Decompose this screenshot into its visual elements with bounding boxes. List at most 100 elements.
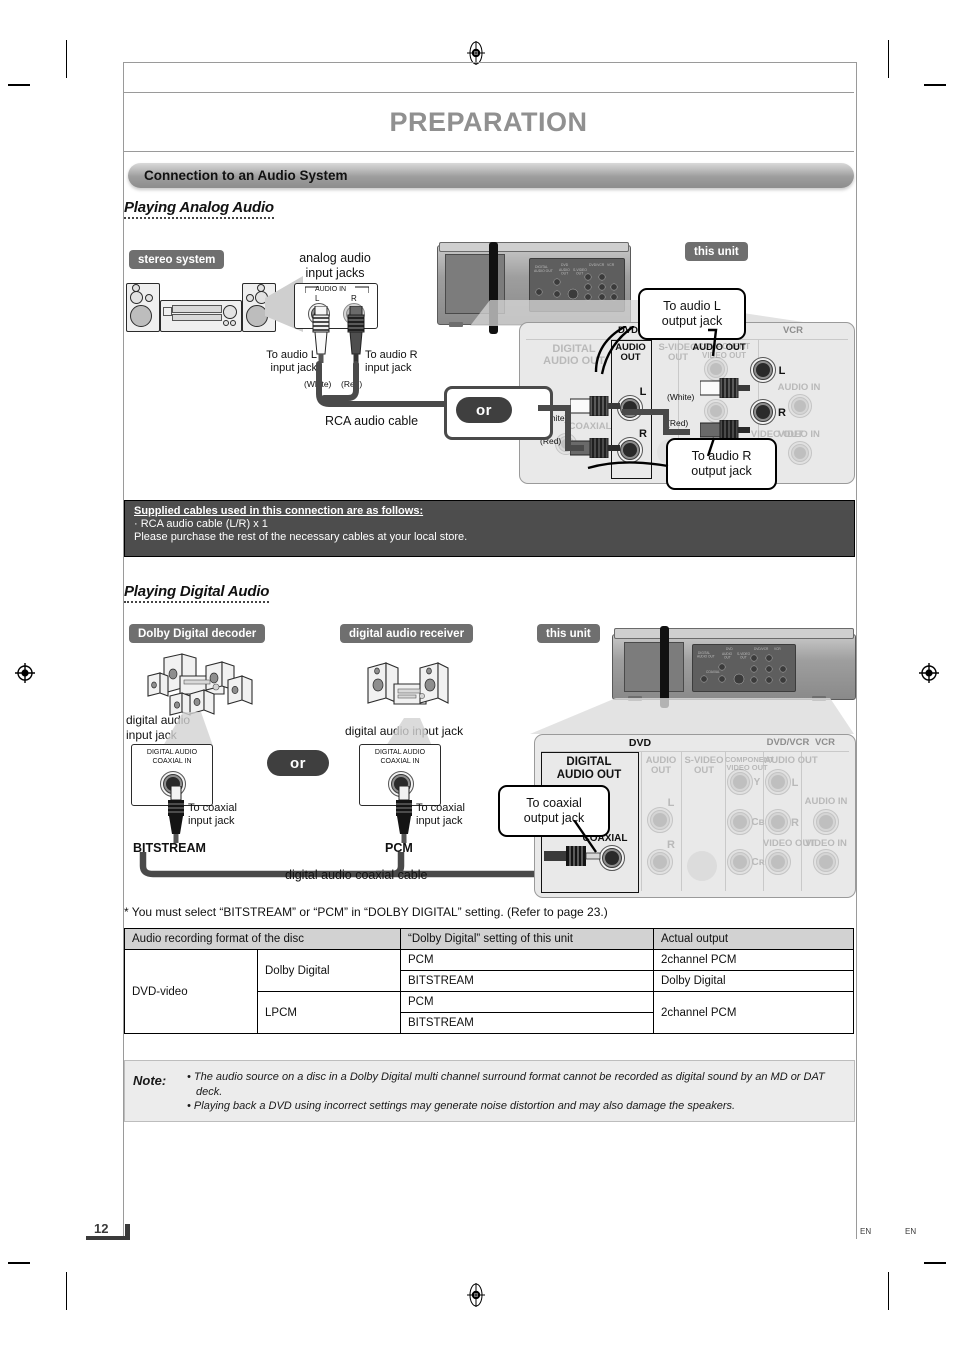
crop-mark [66,1272,67,1310]
unit-top-edge [614,628,854,639]
note-item: Playing back a DVD using incorrect setti… [187,1099,844,1114]
subheading-text: Playing Analog Audio [124,199,274,219]
callout-leader-l [594,326,718,375]
component-cb-label: Cʙ [751,817,765,828]
cell-format: LPCM [257,991,401,1034]
label-line-2: input jack [416,815,463,828]
table-header-row: Audio recording format of the disc “Dolb… [124,928,854,950]
svg-text:COAXIAL: COAXIAL [706,670,720,674]
dolby-digital-output-table: Audio recording format of the disc “Dolb… [124,928,854,1034]
svg-text:OUT: OUT [561,272,568,276]
crop-mark [66,40,67,78]
cell-setting: PCM [400,991,654,1013]
rear-audio-out-label: AUDIO OUT [641,755,681,777]
cell-disc-format: DVD-video [124,949,258,1034]
label-line-1: DIGITAL [566,756,612,768]
svg-text:AUDIO OUT: AUDIO OUT [534,269,553,273]
pill-dolby-digital-decoder: Dolby Digital decoder [129,624,266,643]
svg-text:VCR: VCR [774,647,781,651]
label-line-2: OUT [650,765,672,777]
panel-line-1: DIGITAL AUDIO [146,749,198,756]
digital-receiver-illustration [367,662,449,705]
speaker-port-icon [145,294,153,302]
cell-output: 2channel PCM [653,991,854,1034]
crop-mark [888,1272,889,1310]
crop-mark [924,84,946,86]
rca-plug-red [347,306,365,363]
unit-jack-glyphs: DIGITALAUDIO OUT DVD AUDIOOUT S-VIDEOOUT… [697,647,787,685]
lang-mark-en-2: EN [905,1227,917,1236]
crop-mark [888,40,889,78]
svg-text:AUDIO OUT: AUDIO OUT [697,655,715,659]
dvdvcr-audio-out-jack-r [750,399,776,425]
to-coaxial-input-jack-decoder: To coaxial input jack [188,802,260,829]
table-header-disc-format: Audio recording format of the disc [124,928,401,950]
rear-vcr-audio-in-jack [788,394,812,418]
label-line-2: AUDIO OUT [556,768,622,781]
rear-component-jack-cb [727,809,753,835]
dvdvcr-audio-out-l-label: L [778,365,786,377]
rear-vcr-video-in-label: VIDEO IN [778,429,820,440]
note-list: The audio source on a disc in a Dolby Di… [125,1061,854,1114]
note-label: Note: [133,1073,167,1088]
rca-audio-cable-label: RCA audio cable [325,414,419,428]
speaker-driver-icon [130,305,152,327]
section-header-bar: Connection to an Audio System [128,163,854,188]
dvd-audio-out-l-label: L [667,797,675,809]
subheading-text: Playing Digital Audio [124,583,269,603]
amplifier-display [172,305,222,313]
dvd-audio-out-r-label: R [667,839,675,851]
pill-label: this unit [546,627,591,640]
callout-leader-coaxial [573,820,597,853]
svg-text:OUT: OUT [576,272,583,276]
label-line-1: To coaxial [188,802,237,814]
digital-coaxial-cable-label: digital audio coaxial cable [285,868,428,882]
rear-group-vcr: VCR [782,325,804,336]
rear-video-out-jack [765,849,791,875]
registration-mark [463,1282,489,1308]
amplifier-button-icon [230,320,236,326]
table-header-setting: “Dolby Digital” setting of this unit [400,928,654,950]
cell-output: Dolby Digital [653,970,854,992]
pill-label: digital audio receiver [349,627,465,640]
crop-mark [924,1262,946,1264]
speaker-screw-icon [257,284,265,292]
callout-line-1: To coaxial [526,796,582,810]
crop-mark [8,1262,30,1264]
pill-label: stereo system [138,253,216,266]
speaker-screw-icon [132,284,140,292]
rear-component-jack-cr [727,849,753,875]
svg-text:VCR: VCR [607,263,615,267]
rear-svideo-out-label: S-VIDEO OUT [681,755,727,777]
rear-vcr-video-in-jack [788,441,812,465]
svg-text:DVD: DVD [726,647,733,651]
panel-bracket-icon [305,286,369,293]
lang-mark-en-1: EN [860,1227,872,1236]
zoom-funnel-digital [530,698,854,734]
dvd-audio-out-jack-r [647,849,673,875]
cell-setting: PCM [400,949,654,971]
unit-rear-photo-digital: DIGITAL AUDIO OUT DVD AUDIO OUT S-VIDEO OUT… [612,626,856,708]
audio-in-left-label: L [315,294,320,303]
svg-text:OUT: OUT [724,655,731,659]
dvdvcr-audio-out-r-label: R [778,407,786,419]
note-item: The audio source on a disc in a Dolby Di… [187,1070,844,1099]
dvd-audio-out-jack-l [647,807,673,833]
supplied-cables-heading: Supplied cables used in this connection … [134,505,424,517]
or-label: or [476,401,492,419]
pill-label: Dolby Digital decoder [138,627,257,640]
callout-line-1: To audio L [663,299,721,313]
rear-divider [801,752,802,891]
unit-strap [660,626,669,708]
unit-panel-left [624,642,684,692]
dvdvcr-audio-out-jack-r [765,809,791,835]
amplifier-button-icon [223,320,229,326]
component-cr-label: Cʀ [751,857,765,868]
svg-text:OUT: OUT [740,655,747,659]
supplied-cables-box: Supplied cables used in this connection … [124,500,855,557]
page-number-tick [125,1224,130,1240]
to-coaxial-input-jack-receiver: To coaxial input jack [416,802,488,829]
supplied-cables-footer: Please purchase the rest of the necessar… [134,531,468,543]
rear-vcr-audio-in-label: AUDIO IN [777,382,821,393]
caption-line-1: analog audio [299,251,371,265]
